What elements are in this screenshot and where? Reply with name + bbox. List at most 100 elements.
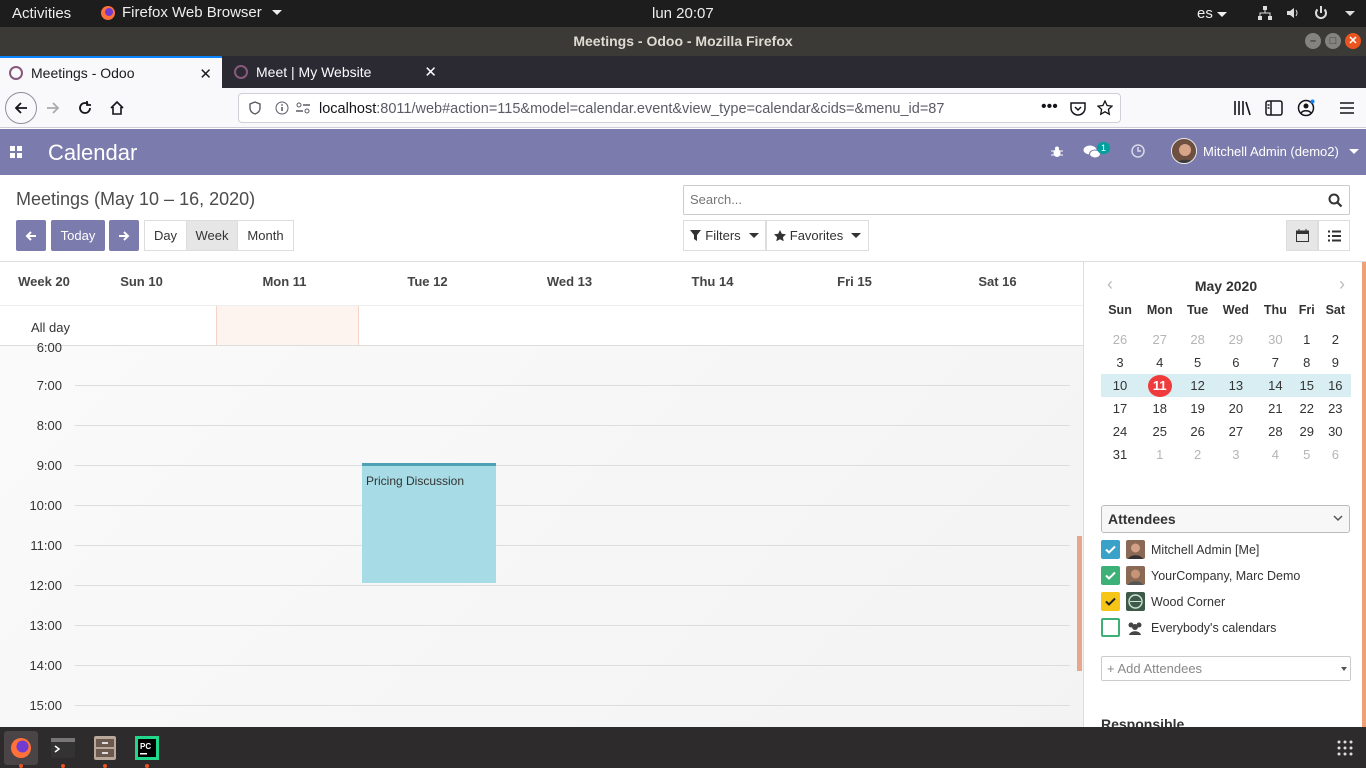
close-tab-icon[interactable]: ✕	[199, 65, 212, 83]
mini-day[interactable]: 1	[1139, 443, 1180, 466]
next-button[interactable]	[109, 220, 139, 251]
mini-day[interactable]: 5	[1180, 351, 1214, 374]
mini-day[interactable]: 2	[1320, 328, 1351, 351]
mini-day[interactable]: 24	[1101, 420, 1139, 443]
checkbox[interactable]	[1101, 566, 1120, 585]
dock-firefox[interactable]	[4, 731, 38, 768]
mini-day[interactable]: 19	[1180, 397, 1214, 420]
mini-day[interactable]: 14	[1256, 374, 1294, 397]
attendee-filter-item[interactable]: Wood Corner	[1101, 592, 1225, 611]
scroll-indicator[interactable]	[1077, 536, 1082, 671]
mini-day[interactable]: 9	[1320, 351, 1351, 374]
next-month-icon[interactable]: ›	[1339, 274, 1345, 295]
app-title[interactable]: Calendar	[48, 140, 137, 166]
mini-day[interactable]: 26	[1180, 420, 1214, 443]
mini-day[interactable]: 8	[1294, 351, 1320, 374]
dock-files[interactable]	[88, 731, 122, 768]
mini-day[interactable]: 31	[1101, 443, 1139, 466]
home-button[interactable]	[104, 95, 130, 121]
app-menu[interactable]: Firefox Web Browser	[100, 4, 282, 21]
bug-icon[interactable]	[1051, 146, 1063, 158]
dock-pycharm[interactable]: PC	[130, 731, 164, 768]
mini-day[interactable]: 16	[1319, 374, 1351, 397]
mini-day[interactable]: 30	[1320, 420, 1351, 443]
account-icon[interactable]	[1297, 99, 1315, 117]
day-view-button[interactable]: Day	[144, 220, 187, 251]
user-menu[interactable]: Mitchell Admin (demo2)	[1171, 138, 1359, 164]
mini-day[interactable]: 20	[1215, 397, 1257, 420]
attendee-filter-item[interactable]: Everybody's calendars	[1101, 618, 1276, 637]
tab-meet-website[interactable]: Meet | My Website ✕	[225, 56, 447, 88]
menu-icon[interactable]	[1339, 101, 1355, 115]
today-button[interactable]: Today	[51, 220, 105, 251]
page-actions-icon[interactable]: •••	[1041, 98, 1058, 116]
mini-day[interactable]: 12	[1180, 374, 1215, 397]
day-header[interactable]: Sat 16	[936, 274, 1059, 289]
list-view-switch[interactable]	[1318, 220, 1350, 251]
checkbox[interactable]	[1101, 592, 1120, 611]
day-header[interactable]: Thu 14	[651, 274, 774, 289]
mini-day[interactable]: 10	[1101, 374, 1140, 397]
mini-day[interactable]: 13	[1214, 374, 1257, 397]
mini-day[interactable]: 7	[1257, 351, 1294, 374]
previous-button[interactable]	[16, 220, 46, 251]
month-view-button[interactable]: Month	[237, 220, 294, 251]
system-tray[interactable]	[1257, 5, 1355, 21]
close-window-button[interactable]: ✕	[1345, 33, 1361, 49]
checkbox[interactable]	[1101, 540, 1120, 559]
favorites-dropdown[interactable]: Favorites	[766, 220, 869, 251]
mini-day[interactable]: 30	[1257, 328, 1294, 351]
checkbox[interactable]	[1101, 618, 1120, 637]
language-indicator[interactable]: es	[1197, 5, 1227, 22]
mini-day[interactable]: 28	[1180, 328, 1214, 351]
mini-day[interactable]: 3	[1101, 351, 1139, 374]
dock-terminal[interactable]	[46, 731, 80, 768]
time-grid[interactable]: 6:00 7:00 8:00 9:00 10:00 11:00 12:00 13…	[0, 340, 1083, 727]
pocket-icon[interactable]	[1070, 101, 1086, 116]
mini-day[interactable]: 21	[1257, 397, 1294, 420]
minimize-button[interactable]: –	[1305, 33, 1321, 49]
mini-day[interactable]: 17	[1101, 397, 1139, 420]
mini-day[interactable]: 26	[1101, 328, 1139, 351]
attendee-filter-item[interactable]: Mitchell Admin [Me]	[1101, 540, 1259, 559]
mini-day[interactable]: 29	[1215, 328, 1257, 351]
apps-grid-icon[interactable]	[10, 146, 23, 159]
mini-day[interactable]: 4	[1257, 443, 1294, 466]
clock[interactable]: lun 20:07	[652, 5, 714, 22]
sidebar-scrollbar[interactable]	[1362, 262, 1366, 727]
show-applications-icon[interactable]	[1337, 740, 1353, 756]
day-header[interactable]: Sun 10	[80, 274, 203, 289]
day-header[interactable]: Mon 11	[223, 274, 346, 289]
sidebar-icon[interactable]	[1265, 100, 1283, 116]
search-icon[interactable]	[1328, 193, 1343, 208]
previous-month-icon[interactable]: ‹	[1107, 274, 1113, 295]
mini-day[interactable]: 1	[1294, 328, 1320, 351]
mini-day[interactable]: 6	[1215, 351, 1257, 374]
back-button[interactable]	[5, 92, 37, 124]
search-input[interactable]	[690, 192, 1290, 207]
reload-button[interactable]	[72, 95, 98, 121]
all-day-row[interactable]: All day	[0, 306, 1083, 346]
tab-meetings[interactable]: Meetings - Odoo ✕	[0, 56, 222, 88]
forward-button[interactable]	[40, 95, 66, 121]
attendees-dropdown[interactable]: Attendees	[1101, 505, 1350, 533]
mini-day[interactable]: 4	[1139, 351, 1180, 374]
activities-button[interactable]: Activities	[12, 5, 71, 22]
mini-day[interactable]: 29	[1294, 420, 1320, 443]
mini-day[interactable]: 2	[1180, 443, 1214, 466]
day-header[interactable]: Fri 15	[793, 274, 916, 289]
mini-day-today[interactable]: 11	[1139, 374, 1181, 397]
calendar-event[interactable]: Pricing Discussion	[362, 463, 496, 583]
mini-day[interactable]: 22	[1294, 397, 1320, 420]
url-bar[interactable]: localhost:8011/web#action=115&model=cale…	[238, 93, 1121, 123]
mini-day[interactable]: 5	[1294, 443, 1320, 466]
mini-day[interactable]: 23	[1320, 397, 1351, 420]
mini-day[interactable]: 28	[1257, 420, 1294, 443]
calendar-view-switch[interactable]	[1286, 220, 1318, 251]
mini-day[interactable]: 27	[1215, 420, 1257, 443]
day-header[interactable]: Tue 12	[366, 274, 489, 289]
search-box[interactable]	[683, 185, 1350, 215]
filters-dropdown[interactable]: Filters	[683, 220, 766, 251]
mini-day[interactable]: 15	[1293, 374, 1320, 397]
week-view-button[interactable]: Week	[186, 220, 238, 251]
